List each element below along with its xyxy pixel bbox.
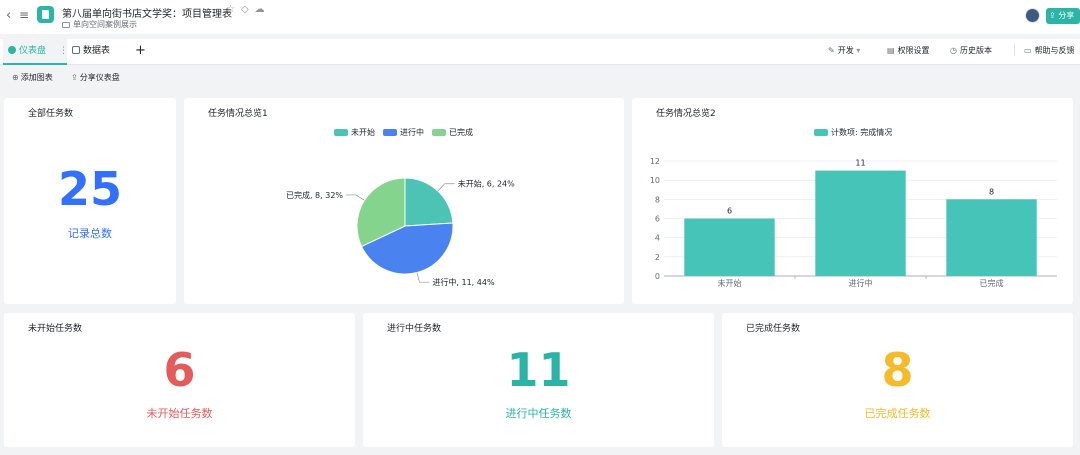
folder-icon bbox=[62, 22, 70, 28]
card-title: 进行中任务数 bbox=[387, 324, 442, 334]
pie-chart-card[interactable]: 任务情况总览1 未开始 进行中 已完成 未开始, 6, 24% 进行中, 11, 44… bbox=[184, 98, 624, 304]
star-icon[interactable]: ☆ bbox=[226, 4, 241, 15]
done-count: 8 bbox=[881, 343, 914, 397]
pie-slice[interactable] bbox=[404, 177, 454, 227]
y-tick-label: 2 bbox=[655, 253, 660, 262]
pie-data-label: 未开始, 6, 24% bbox=[458, 179, 515, 189]
pie-data-label: 进行中, 11, 44% bbox=[432, 277, 495, 287]
pie-chart: 未开始, 6, 24% 进行中, 11, 44% 已完成, 8, 32% bbox=[286, 177, 515, 287]
table-icon bbox=[72, 46, 80, 54]
done-card[interactable]: 已完成任务数 8 已完成任务数 bbox=[722, 313, 1073, 447]
bar-chart-card[interactable]: 任务情况总览2 计数项: 完成情况 0 2 4 6 8 10 12 6 未开始 11 进行中 8 已完成 bbox=[632, 98, 1073, 304]
share-button[interactable]: ⇪ 分享 bbox=[1046, 8, 1080, 24]
pie-label-line bbox=[437, 183, 455, 192]
bar[interactable] bbox=[684, 218, 775, 277]
card-title: 全部任务数 bbox=[28, 109, 74, 119]
in-progress-label: 进行中任务数 bbox=[505, 407, 572, 420]
y-tick-label: 0 bbox=[655, 272, 660, 281]
bar-data-label: 8 bbox=[989, 187, 994, 196]
y-tick-label: 12 bbox=[650, 157, 660, 166]
tab-dashboard[interactable]: 仪表盘 ⋮ bbox=[3, 39, 68, 65]
bar-chart: 0 2 4 6 8 10 12 6 未开始 11 进行中 8 已完成 bbox=[650, 157, 1057, 288]
tab-datatable[interactable]: 数据表 bbox=[72, 39, 110, 65]
add-chart-button[interactable]: ⊕ 添加图表 bbox=[12, 72, 53, 83]
not-started-card[interactable]: 未开始任务数 6 未开始任务数 bbox=[4, 313, 355, 447]
in-progress-card[interactable]: 进行中任务数 11 进行中任务数 bbox=[363, 313, 714, 447]
not-started-count: 6 bbox=[163, 343, 196, 397]
back-icon[interactable]: ‹ bbox=[6, 8, 11, 23]
share-icon: ⇪ bbox=[1049, 11, 1056, 20]
card-title: 未开始任务数 bbox=[28, 324, 83, 334]
clock-icon: ◷ bbox=[950, 46, 957, 55]
chevron-down-icon: ▾ bbox=[856, 46, 861, 55]
done-label: 已完成任务数 bbox=[864, 407, 931, 420]
feedback-icon: ▭ bbox=[1024, 46, 1032, 55]
wrench-icon: ✎ bbox=[828, 46, 835, 55]
x-tick-label: 进行中 bbox=[849, 278, 873, 288]
history-button[interactable]: ◷ 历史版本 bbox=[950, 45, 992, 56]
bar[interactable] bbox=[946, 199, 1037, 276]
add-circle-icon: ⊕ bbox=[12, 73, 19, 82]
menu-icon[interactable]: ≡ bbox=[19, 8, 29, 22]
y-tick-label: 4 bbox=[655, 234, 660, 243]
avatar[interactable] bbox=[1025, 8, 1040, 23]
document-title: 第八届单向街书店文学奖：项目管理表 bbox=[62, 9, 232, 20]
bar[interactable] bbox=[815, 170, 906, 276]
pie-label-line bbox=[346, 194, 365, 201]
add-tab-button[interactable]: + bbox=[135, 39, 146, 65]
divider bbox=[1014, 44, 1015, 56]
pie-label-line bbox=[416, 272, 430, 283]
not-started-label: 未开始任务数 bbox=[146, 407, 213, 420]
y-tick-label: 8 bbox=[655, 195, 660, 204]
cloud-icon[interactable]: ☁ bbox=[255, 4, 271, 15]
dashboard-icon bbox=[8, 46, 16, 54]
bar-data-label: 11 bbox=[855, 159, 865, 168]
more-icon[interactable]: ⋮ bbox=[59, 39, 68, 63]
tag-icon[interactable]: ◇ bbox=[241, 4, 255, 15]
app-logo bbox=[37, 6, 54, 23]
total-count: 25 bbox=[57, 162, 122, 216]
card-title: 已完成任务数 bbox=[746, 324, 801, 334]
title-actions: ☆◇☁ bbox=[226, 4, 271, 15]
y-tick-label: 6 bbox=[655, 215, 660, 224]
pie-data-label: 已完成, 8, 32% bbox=[286, 190, 343, 200]
dev-button[interactable]: ✎ 开发 ▾ bbox=[828, 45, 860, 56]
y-tick-label: 10 bbox=[650, 176, 660, 185]
share-icon: ⇪ bbox=[71, 73, 78, 82]
document-path[interactable]: 单向空间案例展示 bbox=[62, 19, 137, 30]
total-tasks-card[interactable]: 全部任务数 25 记录总数 bbox=[4, 98, 176, 304]
share-dashboard-button[interactable]: ⇪ 分享仪表盘 bbox=[71, 72, 120, 83]
in-progress-count: 11 bbox=[506, 343, 571, 397]
x-tick-label: 未开始 bbox=[718, 278, 742, 288]
help-button[interactable]: ▭ 帮助与反馈 bbox=[1024, 45, 1075, 56]
permissions-button[interactable]: ▤ 权限设置 bbox=[887, 45, 930, 56]
permission-icon: ▤ bbox=[887, 46, 895, 55]
total-label: 记录总数 bbox=[68, 227, 112, 240]
top-bar: ‹ ≡ 第八届单向街书店文学奖：项目管理表 ☆◇☁ 单向空间案例展示 ⇪ 分享 bbox=[0, 0, 1080, 34]
x-tick-label: 已完成 bbox=[980, 278, 1004, 288]
bar-data-label: 6 bbox=[727, 207, 732, 216]
